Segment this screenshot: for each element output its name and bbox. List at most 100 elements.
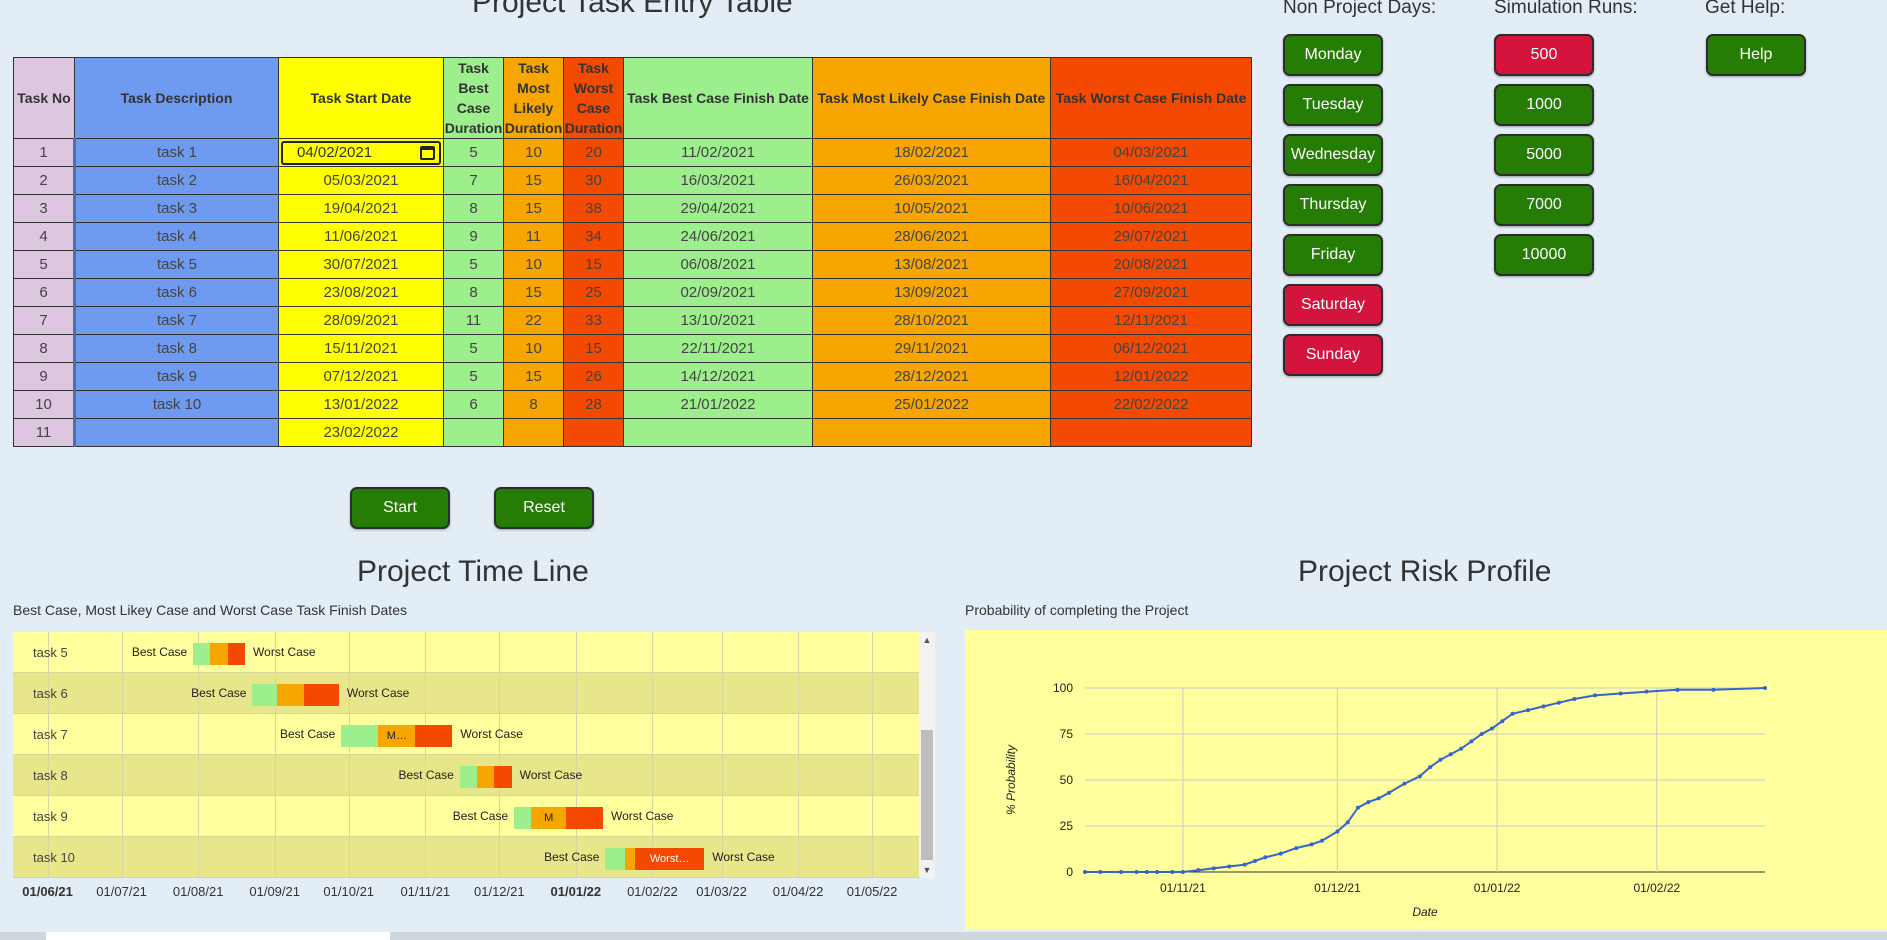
cell-start[interactable]: 15/11/2021: [278, 334, 444, 363]
cell-best[interactable]: 5: [443, 334, 504, 363]
cell-best[interactable]: 8: [443, 278, 504, 307]
cell-start[interactable]: 28/09/2021: [278, 306, 444, 335]
cell-desc[interactable]: task 10: [73, 390, 279, 419]
non-project-day-button[interactable]: Wednesday: [1283, 134, 1383, 176]
reset-button[interactable]: Reset: [494, 487, 594, 529]
cell-start[interactable]: 13/01/2022: [278, 390, 444, 419]
sheet-tab[interactable]: [46, 932, 390, 940]
data-point: [1644, 689, 1649, 694]
cell-worst[interactable]: 30: [563, 166, 624, 195]
non-project-day-button[interactable]: Thursday: [1283, 184, 1383, 226]
cell-desc[interactable]: task 4: [73, 222, 279, 251]
cell-ml-finish: 25/01/2022: [812, 390, 1051, 419]
cell-ml[interactable]: 11: [503, 222, 564, 251]
timeline-task-label: task 8: [33, 768, 68, 783]
y-axis-title: % Probability: [1004, 744, 1018, 815]
cell-best[interactable]: 9: [443, 222, 504, 251]
non-project-day-button[interactable]: Monday: [1283, 34, 1383, 76]
cell-worst[interactable]: 20: [563, 138, 624, 167]
cell-ml[interactable]: [503, 418, 564, 447]
cell-ml[interactable]: 15: [503, 194, 564, 223]
cell-best[interactable]: 11: [443, 306, 504, 335]
cell-start[interactable]: 30/07/2021: [278, 250, 444, 279]
cell-worst[interactable]: 28: [563, 390, 624, 419]
cell-desc[interactable]: task 5: [73, 250, 279, 279]
cell-best[interactable]: 8: [443, 194, 504, 223]
timeline-scrollbar[interactable]: ▲ ▼: [919, 632, 935, 878]
timeline-worst-segment: [415, 725, 453, 747]
simulation-runs-button[interactable]: 1000: [1494, 84, 1594, 126]
cell-worst[interactable]: 26: [563, 362, 624, 391]
timeline-axis: 01/06/21 01/07/21 01/08/21 01/09/21 01/10/21…: [13, 884, 919, 906]
simulation-runs-button[interactable]: 7000: [1494, 184, 1594, 226]
cell-best[interactable]: [443, 418, 504, 447]
timeline-gridline: [872, 796, 874, 836]
start-date-value: 04/02/2021: [297, 144, 373, 161]
calendar-icon[interactable]: [420, 145, 435, 160]
cell-worst[interactable]: [563, 418, 624, 447]
cell-start[interactable]: 05/03/2021: [278, 166, 444, 195]
cell-ml[interactable]: 8: [503, 390, 564, 419]
x-axis-title: Date: [1412, 905, 1438, 919]
non-project-day-button[interactable]: Tuesday: [1283, 84, 1383, 126]
timeline-gridline: [721, 673, 723, 713]
cell-worst[interactable]: 15: [563, 250, 624, 279]
timeline-gridline: [798, 714, 800, 754]
cell-ml[interactable]: 10: [503, 250, 564, 279]
cell-start[interactable]: 11/06/2021: [278, 222, 444, 251]
cell-worst[interactable]: 38: [563, 194, 624, 223]
cell-start[interactable]: 04/02/2021: [278, 138, 444, 167]
cell-best[interactable]: 5: [443, 250, 504, 279]
cell-worst[interactable]: 34: [563, 222, 624, 251]
cell-best[interactable]: 7: [443, 166, 504, 195]
data-point: [1376, 796, 1381, 801]
cell-ml[interactable]: 10: [503, 138, 564, 167]
help-button[interactable]: Help: [1706, 34, 1806, 76]
scrollbar-thumb[interactable]: [921, 730, 933, 860]
cell-desc[interactable]: task 9: [73, 362, 279, 391]
non-project-day-button[interactable]: Sunday: [1283, 334, 1383, 376]
cell-desc[interactable]: task 8: [73, 334, 279, 363]
start-button[interactable]: Start: [350, 487, 450, 529]
timeline-gridline: [721, 632, 723, 672]
start-date-input[interactable]: 04/02/2021: [281, 140, 441, 165]
scroll-down-icon[interactable]: ▼: [919, 862, 935, 878]
cell-worst[interactable]: 15: [563, 334, 624, 363]
cell-ml[interactable]: 15: [503, 278, 564, 307]
simulation-runs-button[interactable]: 500: [1494, 34, 1594, 76]
cell-ml[interactable]: 15: [503, 166, 564, 195]
timeline-gridline: [274, 837, 276, 877]
cell-start[interactable]: 07/12/2021: [278, 362, 444, 391]
cell-desc[interactable]: task 2: [73, 166, 279, 195]
cell-desc[interactable]: task 6: [73, 278, 279, 307]
cell-best[interactable]: 5: [443, 362, 504, 391]
timeline-gridline: [872, 632, 874, 672]
cell-best-finish: 21/01/2022: [623, 390, 813, 419]
table-row: 3 task 3 19/04/2021 8 15 38 29/04/2021 10/05/20…: [13, 194, 1252, 223]
cell-desc[interactable]: task 1: [73, 138, 279, 167]
cell-ml[interactable]: 22: [503, 306, 564, 335]
cell-best[interactable]: 5: [443, 138, 504, 167]
cell-ml[interactable]: 15: [503, 362, 564, 391]
cell-best[interactable]: 6: [443, 390, 504, 419]
cell-worst[interactable]: 33: [563, 306, 624, 335]
cell-ml[interactable]: 10: [503, 334, 564, 363]
non-project-day-button[interactable]: Saturday: [1283, 284, 1383, 326]
cell-desc[interactable]: task 3: [73, 194, 279, 223]
simulation-runs-button[interactable]: 10000: [1494, 234, 1594, 276]
cell-start[interactable]: 19/04/2021: [278, 194, 444, 223]
cell-worst[interactable]: 25: [563, 278, 624, 307]
cell-desc[interactable]: [73, 418, 279, 447]
cell-worst-finish: 29/07/2021: [1050, 222, 1252, 251]
timeline-row: task 6 Best Case Worst Case: [13, 673, 919, 714]
cell-desc[interactable]: task 7: [73, 306, 279, 335]
cell-no: 4: [13, 222, 75, 251]
non-project-day-button[interactable]: Friday: [1283, 234, 1383, 276]
header-task-no: Task No: [13, 57, 75, 139]
timeline-gridline: [198, 714, 200, 754]
simulation-runs-button[interactable]: 5000: [1494, 134, 1594, 176]
scroll-up-icon[interactable]: ▲: [919, 632, 935, 648]
cell-start[interactable]: 23/02/2022: [278, 418, 444, 447]
timeline-tick-label: 01/03/22: [696, 884, 747, 899]
cell-start[interactable]: 23/08/2021: [278, 278, 444, 307]
